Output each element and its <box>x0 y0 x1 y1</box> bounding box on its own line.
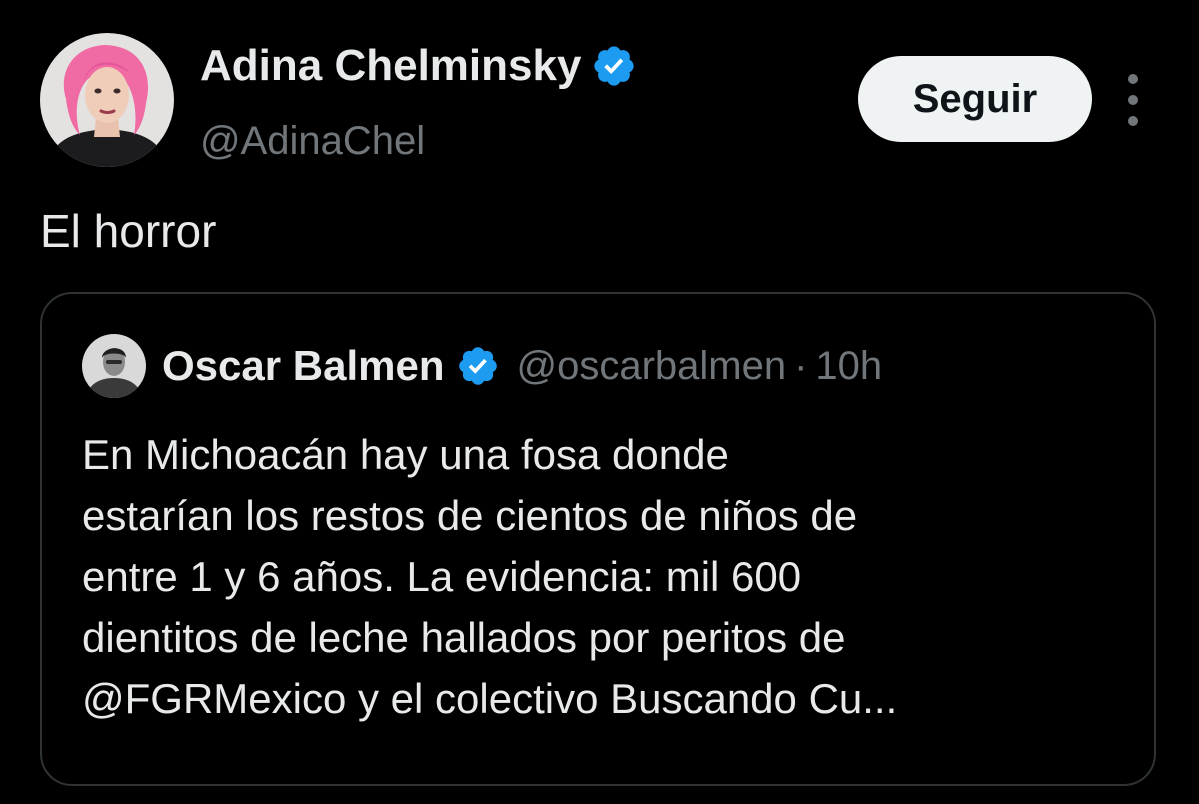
quoted-author-avatar-image <box>82 334 146 398</box>
quoted-text-line: estarían los restos de cientos de niños … <box>82 492 858 539</box>
more-dot <box>1128 95 1138 105</box>
quoted-text-line: @FGRMexico y el colectivo Buscando Cu... <box>82 675 898 722</box>
quoted-tweet-header: Oscar Balmen @oscarbalmen · 10h <box>162 336 882 396</box>
follow-button[interactable]: Seguir <box>858 56 1092 142</box>
author-avatar[interactable] <box>40 33 174 167</box>
quoted-text-line: En Michoacán hay una fosa donde <box>82 431 729 478</box>
quoted-tweet-text: En Michoacán hay una fosa donde estarían… <box>82 424 1132 729</box>
quoted-text-line: entre 1 y 6 años. La evidencia: mil 600 <box>82 553 802 600</box>
quoted-author-avatar[interactable] <box>82 334 146 398</box>
quoted-timestamp[interactable]: 10h <box>815 336 882 396</box>
separator-dot: · <box>794 344 808 388</box>
more-options-icon[interactable] <box>1116 74 1150 126</box>
verified-badge-icon <box>594 46 635 86</box>
tweet-text: El horror <box>40 205 217 257</box>
quoted-author-handle[interactable]: @oscarbalmen <box>516 336 786 396</box>
author-name-text: Adina Chelminsky <box>200 41 582 90</box>
author-avatar-image <box>40 33 174 167</box>
verified-badge-icon <box>459 347 498 385</box>
author-handle[interactable]: @AdinaChel <box>200 113 425 169</box>
quoted-tweet-card[interactable]: Oscar Balmen @oscarbalmen · 10h En Micho… <box>40 292 1156 786</box>
more-dot <box>1128 116 1138 126</box>
quoted-author-name[interactable]: Oscar Balmen <box>162 336 444 396</box>
author-name[interactable]: Adina Chelminsky <box>200 38 637 94</box>
quoted-text-line: dientitos de leche hallados por peritos … <box>82 614 846 661</box>
more-dot <box>1128 74 1138 84</box>
